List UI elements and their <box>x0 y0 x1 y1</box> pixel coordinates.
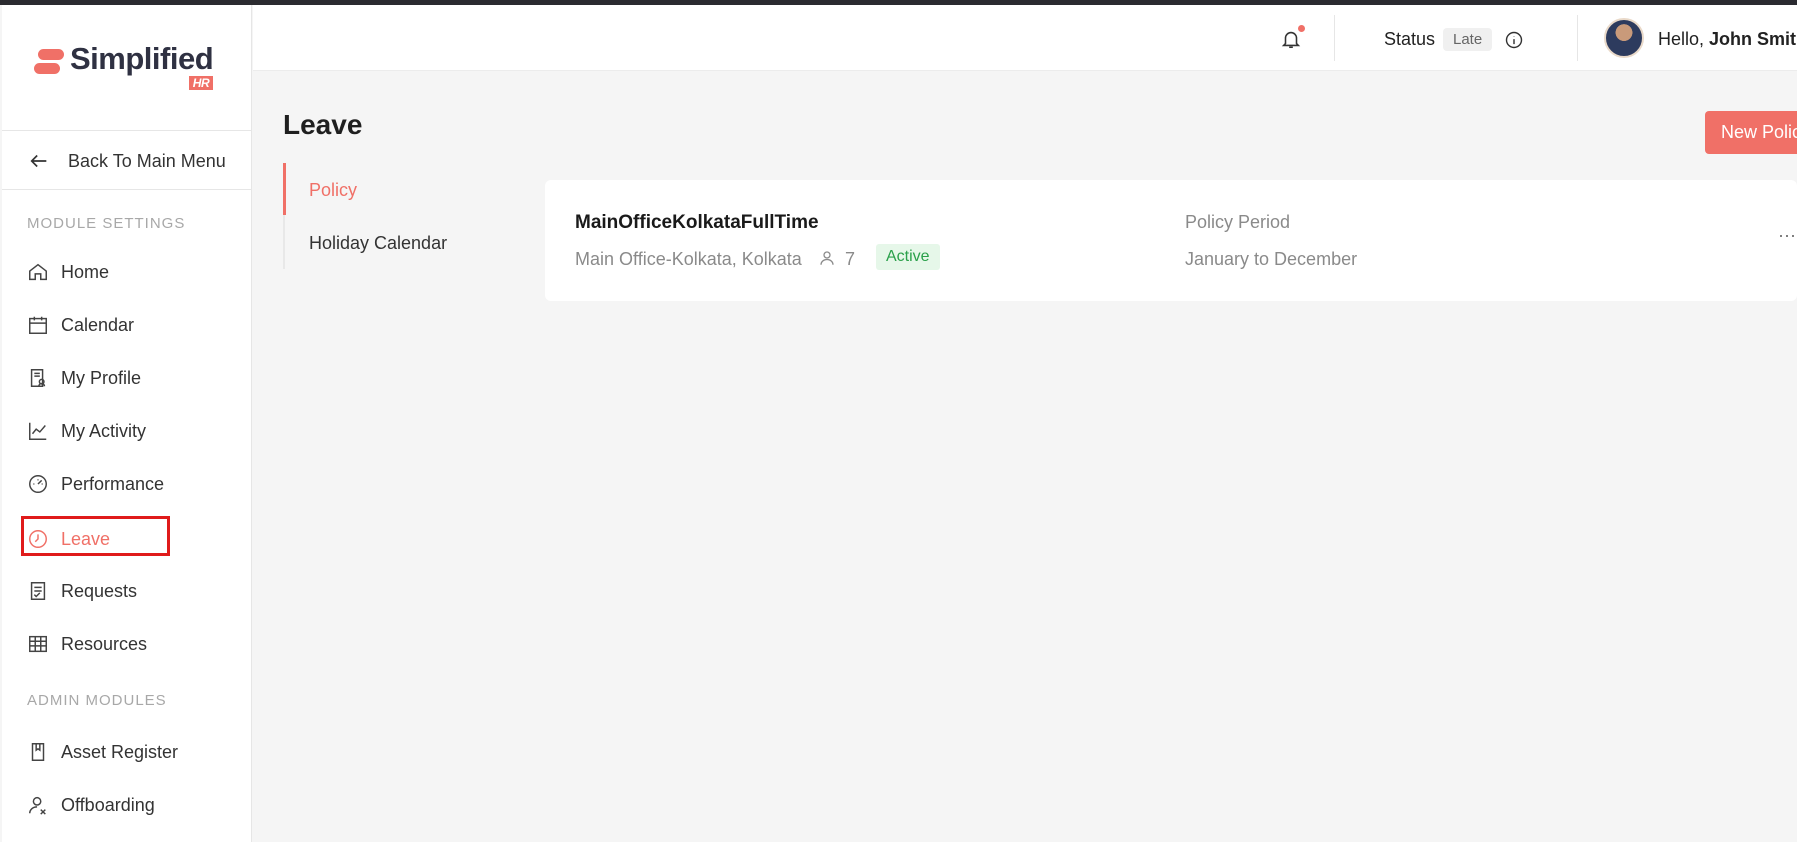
sidebar-item-label: My Profile <box>61 367 142 388</box>
tab-holiday-calendar[interactable]: Holiday Calendar <box>309 233 447 254</box>
sidebar-item-label: Performance <box>61 473 165 494</box>
activity-icon <box>29 422 47 440</box>
logo-mark-icon <box>34 49 64 79</box>
book-icon <box>31 743 45 761</box>
profile-icon <box>30 369 46 387</box>
sidebar: Simplified HR Back To Main Menu MODULE S… <box>2 5 252 842</box>
header-divider <box>1334 15 1335 61</box>
sidebar-item-my-profile[interactable]: My Profile <box>27 364 141 392</box>
status-badge: Active <box>876 244 940 270</box>
back-label: Back To Main Menu <box>68 150 226 171</box>
sidebar-item-label: Home <box>61 261 110 282</box>
avatar[interactable] <box>1604 18 1644 58</box>
sidebar-divider <box>2 130 252 131</box>
selection-highlight <box>21 516 170 556</box>
status-label: Status <box>1384 29 1436 49</box>
sidebar-item-offboarding[interactable]: Offboarding <box>27 791 155 819</box>
policy-period-value: January to December <box>1185 249 1358 269</box>
requests-icon <box>30 582 46 600</box>
sidebar-item-resources[interactable]: Resources <box>27 630 147 658</box>
back-to-main-menu[interactable]: Back To Main Menu <box>28 150 226 172</box>
brand-name: Simplified <box>70 41 214 76</box>
policy-location: Main Office-Kolkata, Kolkata <box>575 249 802 269</box>
sidebar-item-label: Resources <box>61 633 148 654</box>
sidebar-item-home[interactable]: Home <box>27 258 109 286</box>
brand-suffix: HR <box>188 76 214 90</box>
info-icon[interactable] <box>1504 30 1524 50</box>
member-count: 7 <box>845 249 856 269</box>
admin-modules-heading: ADMIN MODULES <box>27 692 167 709</box>
person-icon <box>820 251 834 265</box>
more-options-icon[interactable]: ⋯ <box>1778 226 1797 247</box>
greeting-text: Hello, <box>1658 29 1705 49</box>
brand-logo[interactable]: Simplified HR <box>34 41 214 90</box>
sidebar-item-performance[interactable]: Performance <box>27 470 164 498</box>
header-divider <box>1577 15 1578 61</box>
page-title: Leave <box>283 109 363 140</box>
policy-card[interactable]: MainOfficeKolkataFullTime Main Office-Ko… <box>545 180 1797 301</box>
sidebar-item-label: Offboarding <box>61 794 155 815</box>
notification-dot <box>1298 25 1305 32</box>
home-icon <box>29 263 47 281</box>
sidebar-item-label: My Activity <box>61 420 147 441</box>
sidebar-item-my-activity[interactable]: My Activity <box>27 417 146 445</box>
sidebar-item-asset-register[interactable]: Asset Register <box>27 738 178 766</box>
calendar-icon <box>29 316 47 334</box>
arrow-left-icon <box>30 154 47 168</box>
policy-period-label: Policy Period <box>1185 212 1291 232</box>
sidebar-item-label: Calendar <box>61 314 135 335</box>
status-badge: Late <box>1443 28 1493 51</box>
tab-policy[interactable]: Policy <box>309 180 357 201</box>
module-settings-heading: MODULE SETTINGS <box>27 215 186 232</box>
top-header: Status Late Hello, John Smith <box>253 5 1797 71</box>
user-name: John Smith <box>1709 29 1797 49</box>
sidebar-item-label: Asset Register <box>61 741 179 762</box>
sidebar-item-label: Requests <box>61 580 138 601</box>
policy-name[interactable]: MainOfficeKolkataFullTime <box>575 212 819 234</box>
user-remove-icon <box>29 796 46 815</box>
sidebar-item-calendar[interactable]: Calendar <box>27 311 134 339</box>
subnav-active-indicator <box>283 163 286 215</box>
user-greeting[interactable]: Hello, John Smith <box>1658 29 1797 50</box>
new-policy-button[interactable]: New Policy <box>1705 111 1797 154</box>
table-icon <box>29 635 47 653</box>
sidebar-divider <box>2 189 252 190</box>
gauge-icon <box>29 475 47 493</box>
sidebar-item-requests[interactable]: Requests <box>27 577 137 605</box>
